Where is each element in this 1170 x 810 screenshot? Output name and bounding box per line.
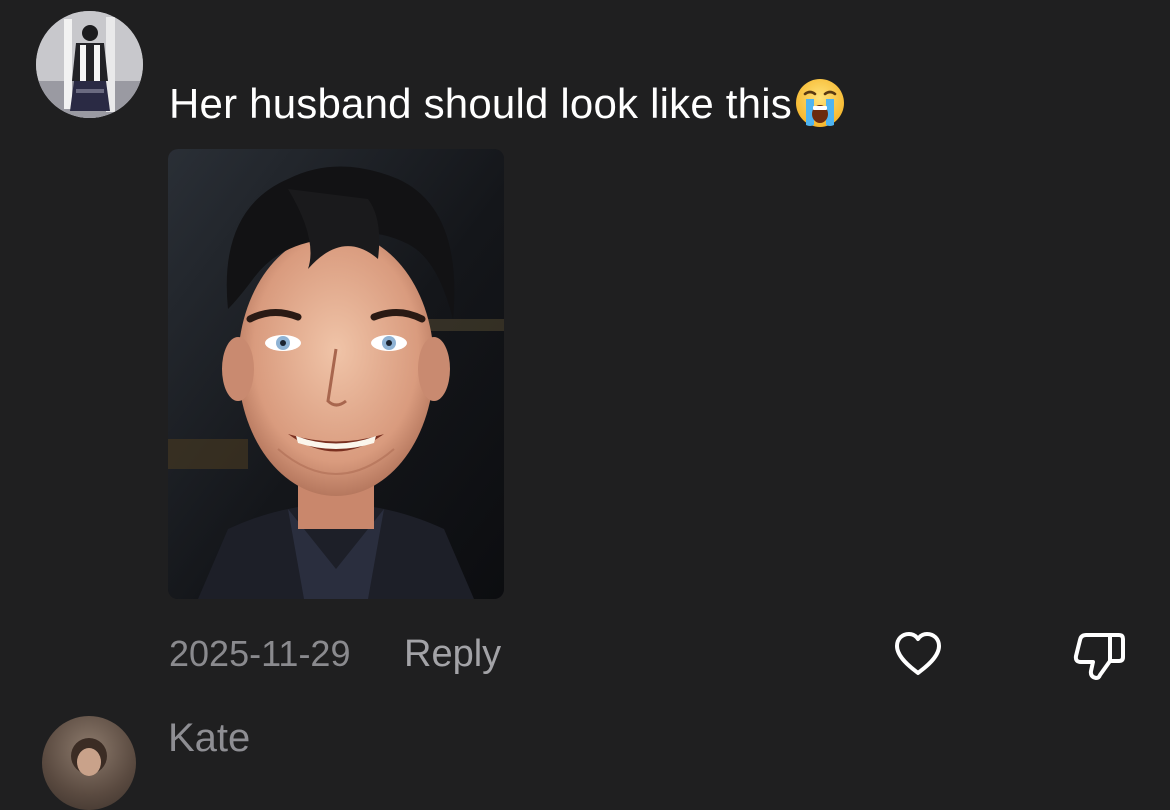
next-username[interactable]: Kate bbox=[168, 714, 250, 762]
comment-body: Her husband should look like this bbox=[169, 80, 792, 127]
reply-button[interactable]: Reply bbox=[404, 632, 501, 676]
thumbs-down-icon[interactable] bbox=[1070, 627, 1126, 683]
heart-icon[interactable] bbox=[892, 628, 944, 680]
comment-text: Her husband should look like this bbox=[169, 76, 846, 132]
comment-timestamp: 2025-11-29 bbox=[169, 633, 351, 674]
user-avatar[interactable] bbox=[36, 11, 143, 118]
loudly-crying-face-emoji-icon bbox=[794, 77, 846, 129]
next-user-avatar[interactable] bbox=[42, 716, 136, 810]
comment-attached-photo[interactable] bbox=[168, 149, 504, 599]
